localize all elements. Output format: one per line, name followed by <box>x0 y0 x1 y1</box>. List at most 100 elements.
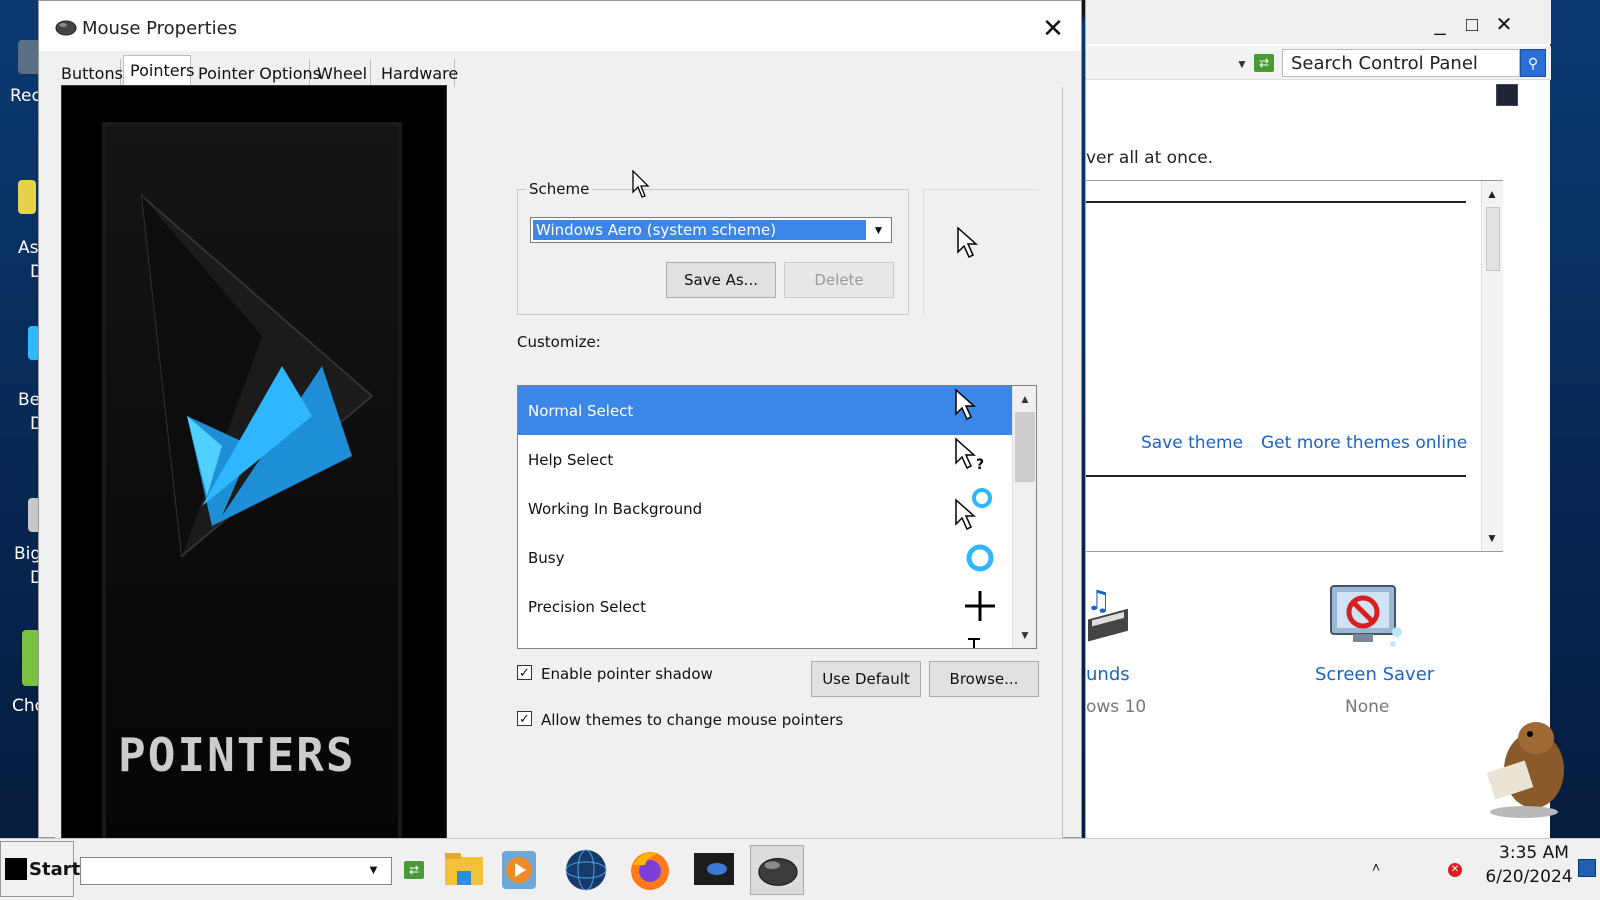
tab-pointers[interactable]: Pointers <box>123 55 194 89</box>
scroll-down-icon[interactable]: ▼ <box>1019 628 1031 642</box>
pointers-artwork: POINTERS <box>61 85 447 842</box>
error-icon[interactable]: ✕ <box>1448 863 1462 877</box>
description-text: ver all at once. <box>1086 148 1214 168</box>
working-cursor-icon <box>955 488 992 530</box>
start-logo-icon <box>5 858 27 880</box>
globe-icon[interactable] <box>559 845 613 895</box>
checkbox-tick[interactable]: ✓ <box>517 665 532 680</box>
sounds-icon[interactable]: ♫ <box>1086 584 1136 650</box>
desktop-label: Rec <box>10 86 41 106</box>
search-input[interactable]: Search Control Panel <box>1282 49 1520 77</box>
network-icon[interactable] <box>1396 857 1422 879</box>
scroll-thumb[interactable] <box>1015 412 1035 482</box>
list-item[interactable]: Precision Select <box>518 582 1012 631</box>
dialog-title: Mouse Properties <box>82 18 238 39</box>
sounds-value: ows 10 <box>1086 697 1147 717</box>
sounds-link[interactable]: unds <box>1086 664 1130 685</box>
refresh-icon[interactable]: ⇄ <box>1254 54 1274 72</box>
list-item[interactable]: Help Select ? <box>518 435 1012 484</box>
dialog-titlebar: Mouse Properties ✕ <box>39 1 1081 51</box>
chevron-down-icon[interactable]: ▼ <box>367 862 380 877</box>
screen-saver-link[interactable]: Screen Saver <box>1315 664 1434 685</box>
scheme-select[interactable]: Windows Aero (system scheme) ▼ <box>530 217 892 243</box>
desktop-label: As <box>18 238 39 258</box>
screen-saver-value: None <box>1345 697 1390 717</box>
minimize-icon[interactable]: _ <box>1426 12 1454 40</box>
busy-cursor-icon <box>966 544 994 572</box>
list-item[interactable] <box>518 631 1012 648</box>
list-item[interactable]: Working In Background <box>518 484 1012 533</box>
enable-pointer-shadow-checkbox[interactable]: ✓ Enable pointer shadow <box>517 665 757 687</box>
list-item[interactable]: Normal Select <box>518 386 1012 435</box>
artwork-caption: POINTERS <box>118 728 356 782</box>
mouse-properties-dialog: Mouse Properties ✕ Buttons Pointers Poin… <box>38 0 1082 842</box>
scroll-thumb[interactable] <box>1486 207 1500 271</box>
scheme-group: Scheme Windows Aero (system scheme) ▼ Sa… <box>517 180 909 315</box>
crosshair-cursor-icon <box>965 591 995 621</box>
cursor-label: Precision Select <box>528 598 646 616</box>
scroll-up-icon[interactable]: ▲ <box>1019 392 1031 406</box>
save-theme-link[interactable]: Save theme <box>1141 433 1243 453</box>
checkbox-tick[interactable]: ✓ <box>517 711 532 726</box>
help-icon[interactable] <box>1496 84 1518 106</box>
save-as-button[interactable]: Save As... <box>666 262 776 298</box>
divider <box>1086 475 1466 477</box>
delete-button[interactable]: Delete <box>784 262 894 298</box>
start-label: Start <box>29 859 81 880</box>
maximize-icon[interactable]: □ <box>1458 12 1486 40</box>
cursor-label: Help Select <box>528 451 614 469</box>
address-bar: ▼ ⇄ Search Control Panel ⚲ <box>1086 46 1551 80</box>
browse-button[interactable]: Browse... <box>929 661 1039 697</box>
arrow-cursor-icon <box>955 388 976 421</box>
file-explorer-icon[interactable] <box>437 845 491 895</box>
text-cursor-icon <box>968 638 980 648</box>
scheme-label: Scheme <box>526 180 593 198</box>
theme-list-scrollbar[interactable]: ▲ ▼ <box>1481 181 1503 551</box>
arrow-cursor-icon <box>957 226 978 259</box>
mouse-icon[interactable] <box>750 845 804 895</box>
chevron-up-icon[interactable]: ˄ <box>1372 859 1380 875</box>
svg-text:♫: ♫ <box>1086 584 1111 617</box>
mouse-pointer-icon <box>632 170 650 198</box>
control-panel-titlebar: _ □ ✕ <box>1086 0 1551 44</box>
customize-label: Customize: <box>517 333 601 351</box>
cursor-label: Busy <box>528 549 565 567</box>
firefox-icon[interactable] <box>623 845 677 895</box>
tab-buttons[interactable]: Buttons <box>55 59 123 87</box>
tab-pointer-options[interactable]: Pointer Options <box>192 59 321 87</box>
show-desktop-icon[interactable] <box>1578 859 1596 877</box>
desktop-icon-app-1[interactable] <box>18 180 36 214</box>
device-manager-icon[interactable] <box>687 845 741 895</box>
allow-themes-checkbox[interactable]: ✓ Allow themes to change mouse pointers <box>517 711 847 733</box>
theme-list: Save theme Get more themes online ▲ ▼ <box>1086 180 1503 552</box>
cursor-list-scrollbar[interactable]: ▲ ▼ <box>1012 386 1036 648</box>
run-command-input[interactable]: ▼ <box>80 857 392 885</box>
help-cursor-icon: ? <box>955 437 984 473</box>
cursor-list[interactable]: Normal Select Help Select ? Working In B… <box>517 385 1037 649</box>
scroll-down-icon[interactable]: ▼ <box>1486 531 1498 545</box>
clock-time[interactable]: 3:35 AM <box>1486 843 1582 863</box>
tab-wheel[interactable]: Wheel <box>311 59 371 87</box>
close-icon[interactable]: ✕ <box>1490 12 1518 40</box>
tab-hardware[interactable]: Hardware <box>375 59 458 87</box>
svg-text:?: ? <box>976 457 984 473</box>
divider <box>1086 201 1466 203</box>
address-dropdown-icon[interactable]: ▼ <box>1236 57 1248 71</box>
list-item[interactable]: Busy <box>518 533 1012 582</box>
checkbox-label: Enable pointer shadow <box>541 665 713 683</box>
search-icon[interactable]: ⚲ <box>1520 49 1546 77</box>
checkbox-label: Allow themes to change mouse pointers <box>541 711 844 729</box>
desktop-label: Be <box>18 390 41 410</box>
close-icon[interactable]: ✕ <box>1037 13 1069 43</box>
use-default-button[interactable]: Use Default <box>811 661 921 697</box>
clock-date[interactable]: 6/20/2024 <box>1476 867 1582 887</box>
mouse-icon <box>55 20 77 36</box>
start-button[interactable]: Start <box>0 841 80 897</box>
scroll-up-icon[interactable]: ▲ <box>1486 187 1498 201</box>
get-more-themes-link[interactable]: Get more themes online <box>1261 433 1467 453</box>
go-icon[interactable]: ⇄ <box>404 861 424 879</box>
screen-saver-icon[interactable] <box>1323 582 1405 654</box>
media-player-icon[interactable] <box>492 845 546 895</box>
chevron-down-icon[interactable]: ▼ <box>867 219 890 241</box>
mascot-icon <box>1486 722 1564 818</box>
